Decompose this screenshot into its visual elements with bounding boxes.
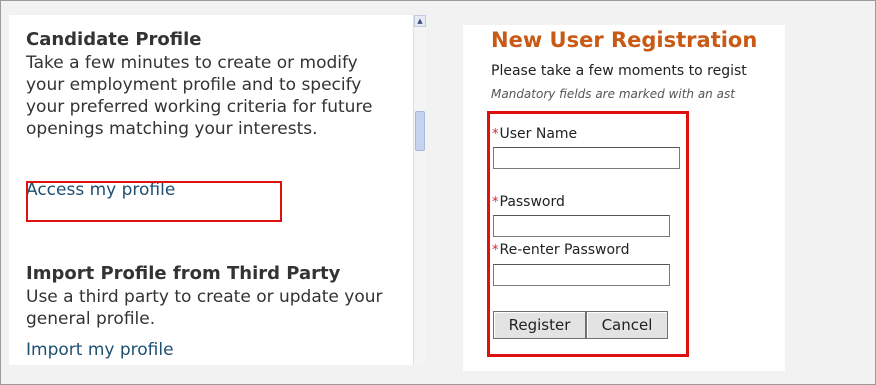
password-label-text: Password xyxy=(499,194,565,210)
password-input[interactable] xyxy=(493,215,670,237)
register-button[interactable]: Register xyxy=(493,311,586,339)
import-profile-title: Import Profile from Third Party xyxy=(26,263,341,284)
page-frame: Candidate Profile Take a few minutes to … xyxy=(0,0,876,385)
registration-title: New User Registration xyxy=(491,28,758,52)
profile-options-pane: Candidate Profile Take a few minutes to … xyxy=(9,15,413,365)
left-pane-scrollbar[interactable]: ▲ xyxy=(413,15,426,365)
required-marker: * xyxy=(492,243,499,258)
import-profile-section: Import Profile from Third Party Use a th… xyxy=(26,263,396,330)
password-label: *Password xyxy=(492,194,565,210)
reenter-password-input[interactable] xyxy=(493,264,670,286)
import-my-profile-link[interactable]: Import my profile xyxy=(26,339,174,361)
access-my-profile-link[interactable]: Access my profile xyxy=(26,179,175,201)
mandatory-fields-note: Mandatory fields are marked with an ast xyxy=(491,87,735,101)
candidate-profile-section: Candidate Profile Take a few minutes to … xyxy=(26,29,396,140)
reenter-password-label: *Re-enter Password xyxy=(492,242,629,258)
username-label: *User Name xyxy=(492,126,577,142)
required-marker: * xyxy=(492,195,499,210)
registration-form: *User Name *Password *Re-enter Password … xyxy=(487,111,689,357)
scroll-up-arrow-icon[interactable]: ▲ xyxy=(414,15,426,27)
username-input[interactable] xyxy=(493,147,680,169)
required-marker: * xyxy=(492,127,499,142)
candidate-profile-description: Take a few minutes to create or modify y… xyxy=(26,53,373,139)
registration-intro: Please take a few moments to regist xyxy=(491,63,747,79)
cancel-button[interactable]: Cancel xyxy=(586,311,668,339)
registration-pane: New User Registration Please take a few … xyxy=(463,25,785,371)
scrollbar-thumb[interactable] xyxy=(415,111,425,151)
import-profile-description: Use a third party to create or update yo… xyxy=(26,287,383,329)
username-label-text: User Name xyxy=(499,126,578,142)
reenter-password-label-text: Re-enter Password xyxy=(499,242,630,258)
candidate-profile-title: Candidate Profile xyxy=(26,29,202,50)
